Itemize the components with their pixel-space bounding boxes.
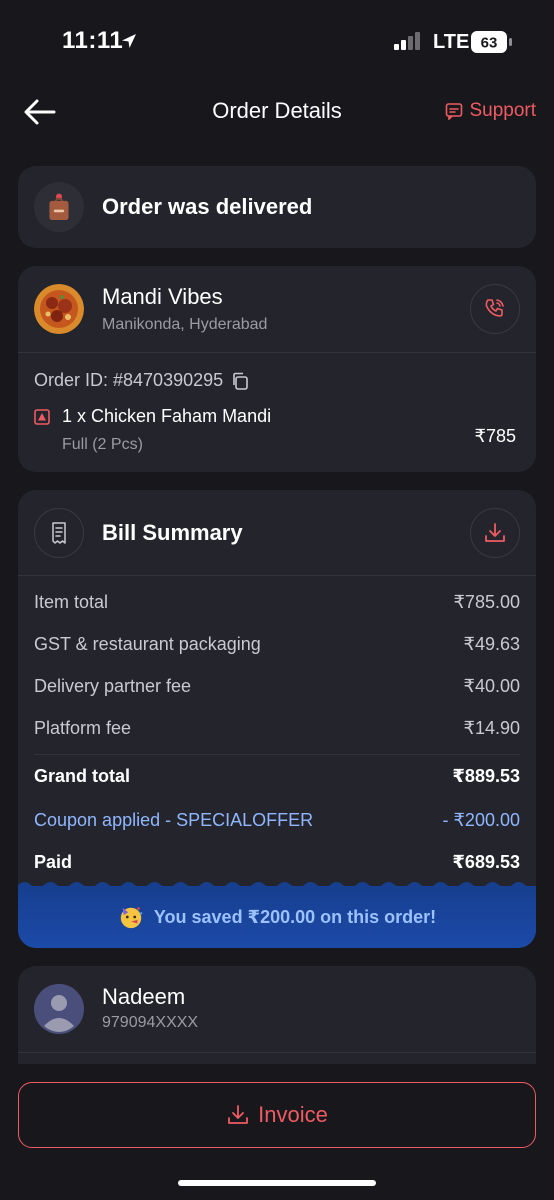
- download-icon: [228, 1105, 249, 1124]
- avatar: [34, 984, 84, 1034]
- restaurant-name: Mandi Vibes: [102, 284, 223, 309]
- bill-row-value: ₹40.00: [463, 676, 521, 696]
- delivery-bag-icon: [49, 193, 69, 220]
- copy-icon[interactable]: [231, 372, 249, 390]
- order-status-text: Order was delivered: [102, 194, 313, 219]
- divider: [18, 575, 536, 576]
- grand-total-value: ₹889.53: [452, 766, 520, 786]
- savings-banner: You saved ₹200.00 on this order!: [18, 882, 536, 948]
- item-name: 1 x Chicken Faham Mandi: [62, 406, 272, 426]
- battery-level: 63: [481, 35, 498, 52]
- divider: [18, 1052, 536, 1053]
- battery-icon: 63: [471, 31, 512, 53]
- bill-summary-card: Bill Summary Item total ₹785.00 GST & re…: [18, 490, 536, 948]
- support-label: Support: [469, 100, 536, 121]
- non-veg-icon: [34, 408, 50, 425]
- support-button[interactable]: Support: [445, 100, 536, 122]
- savings-text: You saved ₹200.00 on this order!: [153, 906, 437, 927]
- invoice-label: Invoice: [258, 1102, 328, 1127]
- paid-label: Paid: [34, 852, 73, 872]
- bill-row-item-total: Item total ₹785.00: [34, 592, 520, 613]
- invoice-button[interactable]: Invoice: [18, 1082, 536, 1148]
- status-time: 11:11: [62, 27, 124, 54]
- order-id: Order ID: #8470390295: [34, 370, 224, 390]
- carrier-label: LTE: [433, 31, 470, 53]
- bottom-bar: Invoice: [0, 1064, 554, 1200]
- grand-total-row: Grand total ₹889.53: [34, 766, 520, 787]
- bill-row-label: Platform fee: [34, 718, 132, 738]
- bag-icon-container: [34, 182, 84, 232]
- bill-row-gst: GST & restaurant packaging ₹49.63: [34, 634, 520, 655]
- call-restaurant-button[interactable]: [470, 284, 520, 334]
- item-variant: Full (2 Pcs): [62, 436, 143, 453]
- order-status-card: Order was delivered: [18, 166, 536, 248]
- bill-row-platform-fee: Platform fee ₹14.90: [34, 718, 520, 739]
- phone-icon: [485, 299, 504, 317]
- bill-row-value: ₹14.90: [463, 718, 521, 738]
- bill-summary-title: Bill Summary: [102, 520, 243, 545]
- download-icon: [485, 523, 505, 542]
- item-price: ₹785: [474, 426, 516, 446]
- bill-row-label: Item total: [34, 592, 109, 612]
- restaurant-card: Mandi Vibes Manikonda, Hyderabad Order I…: [18, 266, 536, 472]
- coupon-label: Coupon applied - SPECIALOFFER: [34, 810, 314, 830]
- download-bill-button[interactable]: [470, 508, 520, 558]
- home-indicator: [178, 1180, 376, 1186]
- receipt-icon: [52, 522, 66, 544]
- food-image-icon: [34, 284, 84, 334]
- bill-row-delivery-fee: Delivery partner fee ₹40.00: [34, 676, 520, 697]
- restaurant-avatar: [34, 284, 84, 334]
- order-id-row: Order ID: #8470390295: [34, 370, 249, 391]
- restaurant-location: Manikonda, Hyderabad: [102, 316, 268, 333]
- bill-row-value: ₹49.63: [463, 634, 521, 654]
- divider: [18, 352, 536, 353]
- coupon-value: - ₹200.00: [442, 810, 520, 830]
- bill-row-value: ₹785.00: [453, 592, 520, 612]
- signal-icon: [394, 32, 420, 50]
- location-arrow-icon: [122, 34, 136, 48]
- party-face-icon: [120, 907, 143, 929]
- paid-row: Paid ₹689.53: [34, 852, 520, 873]
- delivery-partner-phone: 979094XXXX: [102, 1014, 199, 1031]
- user-avatar-icon: [34, 984, 84, 1034]
- chat-icon: [446, 103, 463, 120]
- wave-divider: [18, 882, 536, 891]
- paid-value: ₹689.53: [452, 852, 520, 872]
- bill-row-label: Delivery partner fee: [34, 676, 192, 696]
- coupon-row: Coupon applied - SPECIALOFFER - ₹200.00: [34, 810, 520, 831]
- grand-total-label: Grand total: [34, 766, 131, 786]
- divider: [34, 754, 520, 755]
- status-bar: 11:11 LTE 63: [0, 0, 554, 84]
- receipt-icon-container: [34, 508, 84, 558]
- header: Order Details Support: [0, 84, 554, 140]
- bill-row-label: GST & restaurant packaging: [34, 634, 261, 654]
- delivery-partner-name: Nadeem: [102, 984, 186, 1009]
- order-item-row: 1 x Chicken Faham Mandi: [34, 406, 271, 427]
